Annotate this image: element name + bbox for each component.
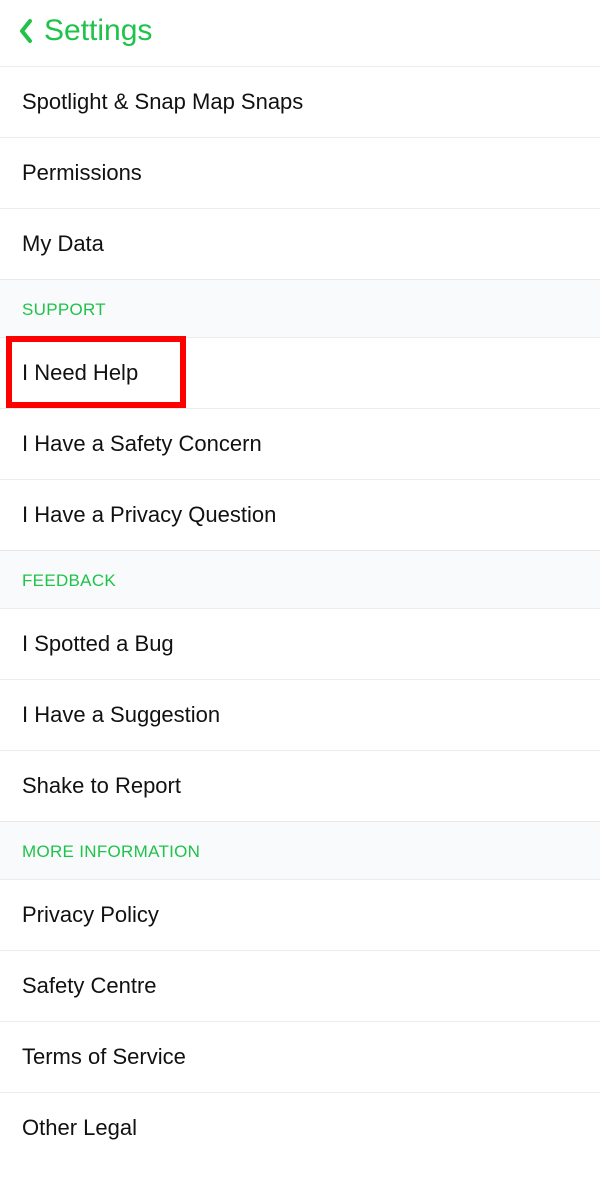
list-item-label: I Have a Safety Concern (22, 431, 262, 456)
list-item-label: I Need Help (22, 360, 138, 385)
list-item-label: Privacy Policy (22, 902, 159, 927)
list-item-label: Spotlight & Snap Map Snaps (22, 89, 303, 114)
list-item-i-need-help[interactable]: I Need Help (0, 337, 600, 408)
list-item-label: Safety Centre (22, 973, 157, 998)
section-header-label: SUPPORT (22, 300, 106, 319)
list-item-label: I Spotted a Bug (22, 631, 174, 656)
section-header-feedback: FEEDBACK (0, 550, 600, 608)
list-item-shake-report[interactable]: Shake to Report (0, 750, 600, 821)
section-header-label: MORE INFORMATION (22, 842, 200, 861)
list-item-privacy-question[interactable]: I Have a Privacy Question (0, 479, 600, 550)
list-item-other-legal[interactable]: Other Legal (0, 1092, 600, 1163)
list-item-label: My Data (22, 231, 104, 256)
list-item-label: I Have a Suggestion (22, 702, 220, 727)
list-item-label: I Have a Privacy Question (22, 502, 276, 527)
list-item-permissions[interactable]: Permissions (0, 137, 600, 208)
list-item-my-data[interactable]: My Data (0, 208, 600, 279)
list-item-safety-concern[interactable]: I Have a Safety Concern (0, 408, 600, 479)
list-item-suggestion[interactable]: I Have a Suggestion (0, 679, 600, 750)
list-item-spotted-bug[interactable]: I Spotted a Bug (0, 608, 600, 679)
list-item-label: Permissions (22, 160, 142, 185)
list-item-terms-service[interactable]: Terms of Service (0, 1021, 600, 1092)
page-title: Settings (44, 14, 152, 48)
list-item-safety-centre[interactable]: Safety Centre (0, 950, 600, 1021)
list-item-spotlight-snap-map[interactable]: Spotlight & Snap Map Snaps (0, 66, 600, 137)
back-icon[interactable] (18, 18, 34, 44)
list-item-privacy-policy[interactable]: Privacy Policy (0, 879, 600, 950)
list-item-label: Other Legal (22, 1115, 137, 1140)
header-bar: Settings (0, 0, 600, 66)
section-header-label: FEEDBACK (22, 571, 116, 590)
section-header-more-info: MORE INFORMATION (0, 821, 600, 879)
list-item-label: Terms of Service (22, 1044, 186, 1069)
section-header-support: SUPPORT (0, 279, 600, 337)
list-item-label: Shake to Report (22, 773, 181, 798)
